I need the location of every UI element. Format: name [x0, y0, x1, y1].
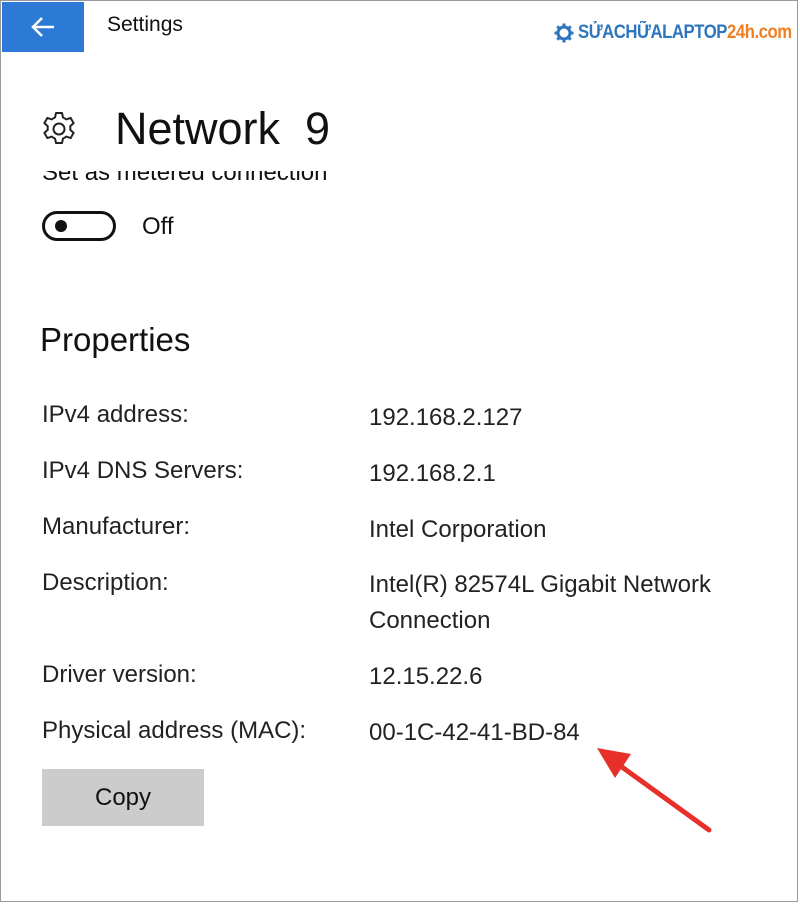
gear-icon — [43, 112, 75, 144]
back-button[interactable] — [2, 2, 84, 52]
annotation-arrow-icon — [597, 748, 712, 833]
property-value: Intel Corporation — [369, 516, 547, 543]
toggle-state-label: Off — [142, 213, 174, 240]
watermark-domain: 24h.com — [726, 22, 792, 43]
mac-address-value: 00-1C-42-41-BD-84 — [369, 719, 580, 746]
property-label: IPv4 address: — [42, 401, 189, 428]
property-label: Driver version: — [42, 661, 197, 688]
page-title: Network 9 — [115, 103, 331, 154]
properties-heading: Properties — [40, 321, 191, 358]
property-value: 192.168.2.127 — [369, 404, 523, 431]
window-title: Settings — [107, 13, 183, 36]
metered-connection-toggle[interactable] — [42, 211, 116, 241]
watermark-text: SỬACHỮALAPTOP24h.com — [578, 22, 792, 44]
property-label: Manufacturer: — [42, 513, 191, 540]
property-value-continued: Connection — [369, 607, 491, 634]
back-arrow-icon — [31, 17, 54, 37]
copy-button[interactable]: Copy — [42, 769, 204, 826]
toggle-knob — [55, 220, 67, 232]
property-value: 192.168.2.1 — [369, 460, 496, 487]
property-value: 12.15.22.6 — [369, 663, 483, 690]
property-value: Intel(R) 82574L Gigabit Network — [369, 571, 711, 598]
property-label: Physical address (MAC): — [42, 717, 307, 744]
watermark-brand: SỬACHỮALAPTOP — [578, 22, 727, 43]
property-label: Description: — [42, 569, 169, 596]
gear-icon — [554, 23, 574, 43]
property-label: IPv4 DNS Servers: — [42, 457, 244, 484]
page-header: Network 9 — [41, 99, 330, 159]
settings-window: Settings SỬACHỮALAPTOP24h.com Network 9 — [0, 0, 798, 902]
watermark-logo: SỬACHỮALAPTOP24h.com — [554, 19, 800, 47]
metered-connection-label: Set as metered connection — [42, 159, 328, 186]
